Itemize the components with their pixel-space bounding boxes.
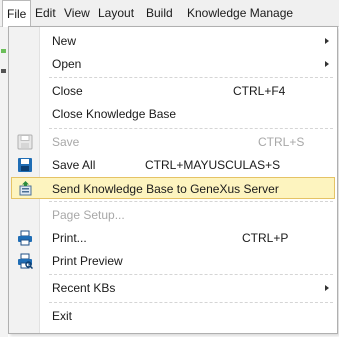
menu-item-label: New: [52, 34, 77, 48]
file-menu-dropdown: New Open Close CTRL+F4 Close Knowledge B…: [8, 26, 338, 334]
menu-knowledge-manager[interactable]: Knowledge Manage: [183, 0, 297, 26]
menu-item-label: Send Knowledge Base to GeneXus Server: [52, 182, 279, 196]
floppy-disk-icon: [17, 134, 33, 150]
menu-separator: [49, 302, 333, 303]
shortcut-save-all: CTRL+MAYUSCULAS+S: [145, 158, 281, 172]
chevron-right-icon: [325, 61, 329, 67]
menu-separator: [49, 77, 333, 78]
menu-item-close[interactable]: Close CTRL+F4: [11, 80, 335, 102]
menu-view[interactable]: View: [60, 0, 94, 26]
menu-item-label: Page Setup...: [52, 208, 125, 222]
chevron-right-icon: [325, 38, 329, 44]
menu-build[interactable]: Build: [142, 0, 177, 26]
menu-item-label: Recent KBs: [52, 281, 116, 295]
background-marker: [1, 69, 6, 73]
menu-item-label: Close Knowledge Base: [52, 107, 177, 121]
menu-item-send-knowledge-base[interactable]: Send Knowledge Base to GeneXus Server: [11, 177, 335, 199]
print-preview-icon: [18, 253, 33, 269]
menu-item-label: Open: [52, 57, 82, 71]
floppy-disk-stack-icon: [18, 158, 32, 172]
shortcut-print: CTRL+P: [242, 231, 289, 245]
background-window-edge: [0, 27, 8, 337]
background-marker: [1, 49, 6, 53]
menu-separator: [49, 201, 333, 202]
menu-item-print[interactable]: Print... CTRL+P: [11, 227, 335, 249]
menu-separator: [49, 128, 333, 129]
menu-bar: File Edit View Layout Build Knowledge Ma…: [0, 0, 339, 27]
menu-item-recent-kbs[interactable]: Recent KBs: [11, 277, 335, 299]
menu-item-label: Close: [52, 84, 83, 98]
printer-icon: [18, 230, 32, 246]
menu-item-close-knowledge-base[interactable]: Close Knowledge Base: [11, 103, 335, 125]
menu-item-exit[interactable]: Exit: [11, 305, 335, 327]
menu-separator: [49, 274, 333, 275]
menu-edit[interactable]: Edit: [31, 0, 60, 26]
menu-item-label: Print Preview: [52, 254, 123, 268]
menu-item-page-setup[interactable]: Page Setup...: [11, 204, 335, 226]
menu-item-label: Exit: [52, 309, 73, 323]
menu-item-print-preview[interactable]: Print Preview: [11, 250, 335, 272]
menu-layout[interactable]: Layout: [94, 0, 138, 26]
menu-item-label: Save: [52, 135, 80, 149]
menu-item-save[interactable]: Save CTRL+S: [11, 131, 335, 153]
menu-item-save-all[interactable]: Save All CTRL+MAYUSCULAS+S: [11, 154, 335, 176]
menu-item-open[interactable]: Open: [11, 53, 335, 75]
menu-item-new[interactable]: New: [11, 30, 335, 52]
chevron-right-icon: [325, 285, 329, 291]
shortcut-close: CTRL+F4: [233, 84, 286, 98]
menu-item-label: Print...: [52, 231, 87, 245]
menu-file[interactable]: File: [2, 0, 32, 27]
server-upload-icon: [19, 181, 32, 196]
shortcut-save: CTRL+S: [258, 135, 305, 149]
menu-item-label: Save All: [52, 158, 96, 172]
